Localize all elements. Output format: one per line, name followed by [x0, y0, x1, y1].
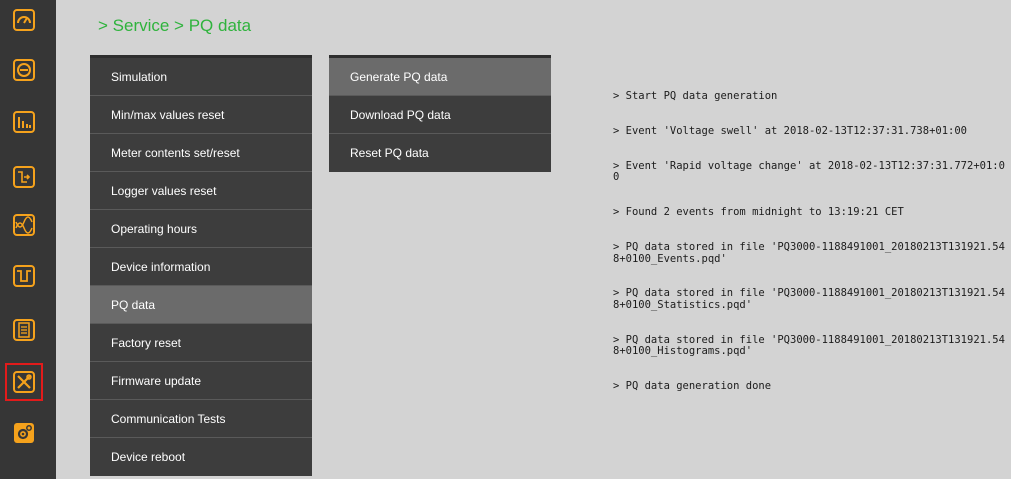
menu-item-simulation[interactable]: Simulation: [90, 58, 312, 96]
menu-item-device-reboot[interactable]: Device reboot: [90, 438, 312, 476]
pq-generation-log: > Start PQ data generation > Event 'Volt…: [613, 68, 1009, 404]
events-icon[interactable]: [10, 163, 38, 191]
log-line: > Event 'Voltage swell' at 2018-02-13T12…: [613, 124, 968, 137]
menu-item-logger-reset[interactable]: Logger values reset: [90, 172, 312, 210]
log-line: > PQ data stored in file 'PQ3000-1188491…: [613, 333, 1005, 358]
reset-pq-data-button[interactable]: Reset PQ data: [329, 134, 551, 172]
log-line: > Start PQ data generation: [613, 90, 778, 103]
generate-pq-data-button[interactable]: Generate PQ data: [329, 58, 551, 96]
pq-data-submenu: Generate PQ data Download PQ data Reset …: [329, 55, 551, 172]
menu-item-device-information[interactable]: Device information: [90, 248, 312, 286]
dashboard-gauge-icon[interactable]: [10, 6, 38, 34]
meter-icon[interactable]: [10, 56, 38, 84]
icon-rail: [0, 0, 56, 479]
menu-item-minmax-reset[interactable]: Min/max values reset: [90, 96, 312, 134]
menu-item-communication-tests[interactable]: Communication Tests: [90, 400, 312, 438]
log-line: > Event 'Rapid voltage change' at 2018-0…: [613, 159, 1005, 184]
waveform-icon[interactable]: [10, 211, 38, 239]
service-tools-icon[interactable]: [5, 363, 43, 401]
download-pq-data-button[interactable]: Download PQ data: [329, 96, 551, 134]
trend-icon[interactable]: [10, 262, 38, 290]
log-line: > Found 2 events from midnight to 13:19:…: [613, 206, 904, 219]
bar-chart-icon[interactable]: [10, 108, 38, 136]
settings-gear-icon[interactable]: [10, 419, 38, 447]
service-menu: Simulation Min/max values reset Meter co…: [90, 55, 312, 476]
breadcrumb: > Service > PQ data: [98, 16, 252, 35]
log-line: > PQ data stored in file 'PQ3000-1188491…: [613, 240, 1005, 265]
menu-item-factory-reset[interactable]: Factory reset: [90, 324, 312, 362]
menu-item-operating-hours[interactable]: Operating hours: [90, 210, 312, 248]
logbook-icon[interactable]: [10, 316, 38, 344]
menu-item-meter-contents[interactable]: Meter contents set/reset: [90, 134, 312, 172]
menu-item-firmware-update[interactable]: Firmware update: [90, 362, 312, 400]
log-line: > PQ data generation done: [613, 380, 772, 393]
menu-item-pq-data[interactable]: PQ data: [90, 286, 312, 324]
log-line: > PQ data stored in file 'PQ3000-1188491…: [613, 287, 1005, 311]
